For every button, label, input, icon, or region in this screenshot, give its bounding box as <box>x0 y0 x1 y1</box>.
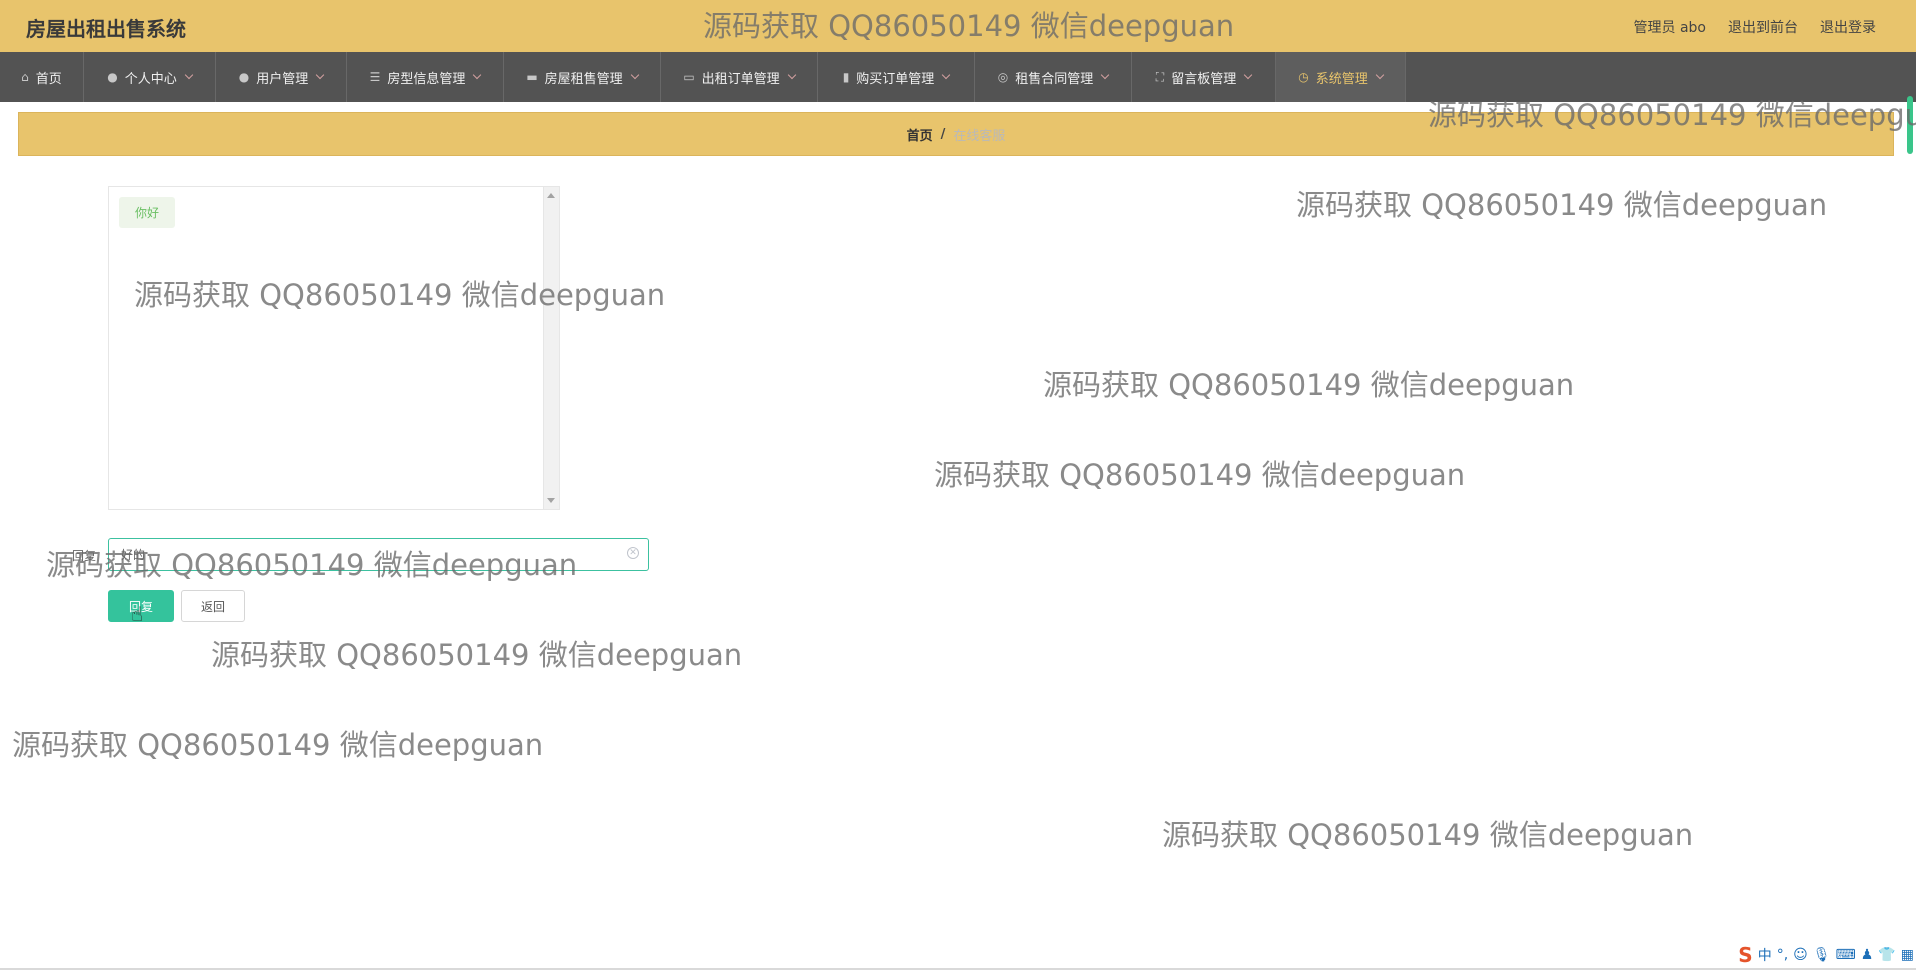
nav-item-home[interactable]: ⌂ 首页 <box>0 52 84 102</box>
chevron-down-icon <box>316 70 325 80</box>
message-icon: ▭ <box>683 70 695 84</box>
nav-item-room-type[interactable]: ☰ 房型信息管理 <box>347 52 504 102</box>
nav-item-rental-orders[interactable]: ▭ 出租订单管理 <box>661 52 818 102</box>
shirt-icon[interactable]: 👕 <box>1878 947 1895 963</box>
punctuation-icon[interactable]: °, <box>1777 947 1788 963</box>
sogou-ime-icon[interactable]: S <box>1738 943 1752 967</box>
scroll-up-icon[interactable] <box>547 193 555 198</box>
scroll-down-icon[interactable] <box>547 498 555 503</box>
chat-message: 你好 <box>119 197 176 228</box>
logout-link[interactable]: 退出登录 <box>1820 17 1876 37</box>
chat-scrollbar[interactable] <box>543 187 559 509</box>
breadcrumb-separator: / <box>940 126 946 142</box>
nav-item-purchase-orders[interactable]: ▮ 购买订单管理 <box>818 52 975 102</box>
scrollbar-thumb[interactable] <box>1907 96 1913 154</box>
chevron-down-icon <box>942 70 951 80</box>
chevron-down-icon <box>1101 70 1110 80</box>
fullscreen-icon: ⛶ <box>1155 69 1165 84</box>
chevron-down-icon <box>184 70 193 80</box>
chevron-down-icon <box>787 70 796 80</box>
emoji-icon[interactable]: ☺ <box>1793 947 1808 963</box>
ime-mode-label[interactable]: 中 <box>1758 945 1772 965</box>
nav-item-label: 购买订单管理 <box>856 71 935 87</box>
nav-item-label: 首页 <box>35 71 62 87</box>
nav-item-label: 留言板管理 <box>1171 71 1237 87</box>
chevron-down-icon <box>630 70 639 80</box>
list-icon: ☰ <box>369 70 381 84</box>
nav-item-house-rental[interactable]: ▬ 房屋租售管理 <box>504 52 661 102</box>
keyboard-icon[interactable]: ⌨ <box>1836 947 1856 963</box>
system-tray: S 中 °, ☺ 🎙 ⌨ ♟ 👕 ▦ <box>1738 943 1914 967</box>
back-to-frontend-link[interactable]: 退出到前台 <box>1728 17 1798 37</box>
chevron-down-icon <box>1375 70 1384 80</box>
page-scrollbar[interactable] <box>1904 96 1916 154</box>
breadcrumb-home[interactable]: 首页 <box>907 125 933 144</box>
grid-icon[interactable]: ▦ <box>1901 947 1914 963</box>
nav-item-system-management[interactable]: ◷ 系统管理 <box>1276 52 1406 102</box>
nav-item-label: 用户管理 <box>256 71 309 87</box>
breadcrumb-current: 在线客服 <box>953 128 1006 144</box>
main-nav: ⌂ 首页 ● 个人中心 ● 用户管理 ☰ 房型信息管理 ▬ 房屋租售管理 ▭ 出… <box>0 52 1916 102</box>
chevron-down-icon <box>473 70 482 80</box>
nav-item-label: 房型信息管理 <box>387 71 466 87</box>
user-icon: ● <box>238 70 250 84</box>
home-icon: ⌂ <box>21 70 29 84</box>
clock-icon: ◷ <box>1298 70 1309 84</box>
compass-icon: ◎ <box>997 70 1009 84</box>
top-header: 房屋出租出售系统 管理员 abo 退出到前台 退出登录 <box>0 0 1916 52</box>
admin-name: 管理员 abo <box>1633 20 1706 36</box>
reply-input[interactable] <box>108 538 649 571</box>
watermark: 源码获取 QQ86050149 微信deepguan <box>12 728 544 762</box>
back-button[interactable]: 返回 <box>181 590 245 622</box>
reply-label: 回复 <box>72 549 97 563</box>
hand-cursor-icon: ☝ <box>131 602 144 626</box>
nav-item-label: 出租订单管理 <box>701 71 780 87</box>
header-links: 管理员 abo 退出到前台 退出登录 <box>1634 17 1876 37</box>
clear-icon[interactable]: ✕ <box>627 547 639 559</box>
chevron-down-icon <box>1243 70 1253 80</box>
nav-item-label: 租售合同管理 <box>1015 71 1094 87</box>
chat-icon: ▬ <box>526 70 538 84</box>
user-icon[interactable]: ♟ <box>1861 947 1874 963</box>
chat-history[interactable]: 你好 <box>108 186 560 510</box>
watermark: 源码获取 QQ86050149 微信deepguan <box>1162 818 1694 852</box>
user-icon: ● <box>107 70 118 84</box>
nav-item-message-board[interactable]: ⛶ 留言板管理 <box>1132 52 1276 102</box>
mic-icon: ▮ <box>842 70 850 84</box>
nav-item-personal-center[interactable]: ● 个人中心 <box>84 52 216 102</box>
app-title: 房屋出租出售系统 <box>26 17 186 41</box>
nav-item-contracts[interactable]: ◎ 租售合同管理 <box>975 52 1132 102</box>
breadcrumb: 首页 / 在线客服 <box>18 112 1894 156</box>
nav-item-user-management[interactable]: ● 用户管理 <box>216 52 347 102</box>
nav-item-label: 个人中心 <box>124 71 177 87</box>
nav-item-label: 房屋租售管理 <box>544 71 623 87</box>
nav-item-label: 系统管理 <box>1315 71 1368 87</box>
mic-icon[interactable]: 🎙 <box>1813 947 1831 963</box>
